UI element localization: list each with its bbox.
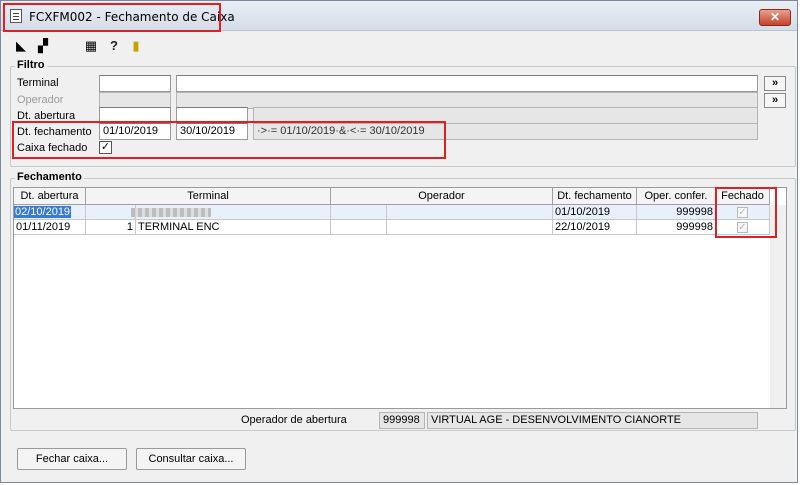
filter-highlight-box [12, 121, 446, 159]
table-row-2-operador-code[interactable] [331, 220, 387, 235]
help-icon[interactable]: ? [106, 38, 122, 54]
fechado-highlight-box [715, 187, 777, 238]
exit-door-icon[interactable]: ▮ [128, 38, 144, 54]
col-operador[interactable]: Operador [331, 188, 553, 205]
table-row-1-abertura[interactable]: 02/10/2019 [14, 205, 86, 220]
operador-abertura-name: VIRTUAL AGE - DESENVOLVIMENTO CIANORTE [427, 412, 758, 429]
fechamento-title: Fechamento [15, 171, 84, 183]
col-dt-abertura[interactable]: Dt. abertura [14, 188, 86, 205]
table-row-2-fechamento[interactable]: 22/10/2019 [553, 220, 637, 235]
consultar-caixa-button[interactable]: Consultar caixa... [136, 448, 246, 470]
table-row-2-abertura[interactable]: 01/11/2019 [14, 220, 86, 235]
toolbar: ◣ ▞ ▦ ? ▮ [1, 32, 797, 58]
table-row-2-terminal-name[interactable]: TERMINAL ENC [136, 220, 331, 235]
fechar-caixa-button[interactable]: Fechar caixa... [17, 448, 127, 470]
table-row-1-oper-confer[interactable]: 999998 [637, 205, 716, 220]
obscured-text [131, 208, 211, 217]
table-row-2-operador-name[interactable] [387, 220, 553, 235]
operador-abertura-label: Operador de abertura [241, 414, 347, 426]
table-row-1-operador-name[interactable] [387, 205, 553, 220]
terminal-lookup-button[interactable]: » [764, 76, 786, 91]
terminal-name-input[interactable] [176, 75, 758, 92]
operador-lookup-button[interactable]: » [764, 93, 786, 108]
calculator-icon[interactable]: ▦ [83, 38, 99, 54]
table-row-2-terminal-code[interactable]: 1 [86, 220, 136, 235]
operador-label: Operador [17, 94, 64, 106]
copy-icon[interactable]: ▞ [35, 38, 51, 54]
table-row-1-operador-code[interactable] [331, 205, 387, 220]
terminal-label: Terminal [17, 77, 59, 89]
col-dt-fechamento[interactable]: Dt. fechamento [553, 188, 637, 205]
filtro-title: Filtro [15, 59, 47, 71]
table-row-1-terminal-code[interactable] [86, 205, 136, 220]
first-record-icon[interactable]: ◣ [13, 38, 29, 54]
title-bar[interactable]: FCXFM002 - Fechamento de Caixa ✕ [1, 1, 797, 32]
main-window: FCXFM002 - Fechamento de Caixa ✕ ◣ ▞ ▦ ?… [0, 0, 798, 483]
terminal-code-input[interactable] [99, 75, 171, 92]
operador-abertura-code: 999998 [379, 412, 425, 429]
table-row-2-oper-confer[interactable]: 999998 [637, 220, 716, 235]
close-button[interactable]: ✕ [759, 9, 791, 26]
col-terminal[interactable]: Terminal [86, 188, 331, 205]
title-highlight-box [3, 3, 221, 32]
selected-cell-text: 02/10/2019 [14, 206, 72, 218]
fechamento-grid[interactable]: Dt. abertura Terminal Operador Dt. fecha… [13, 187, 787, 409]
table-row-1-fechamento[interactable]: 01/10/2019 [553, 205, 637, 220]
col-oper-confer[interactable]: Oper. confer. [637, 188, 716, 205]
